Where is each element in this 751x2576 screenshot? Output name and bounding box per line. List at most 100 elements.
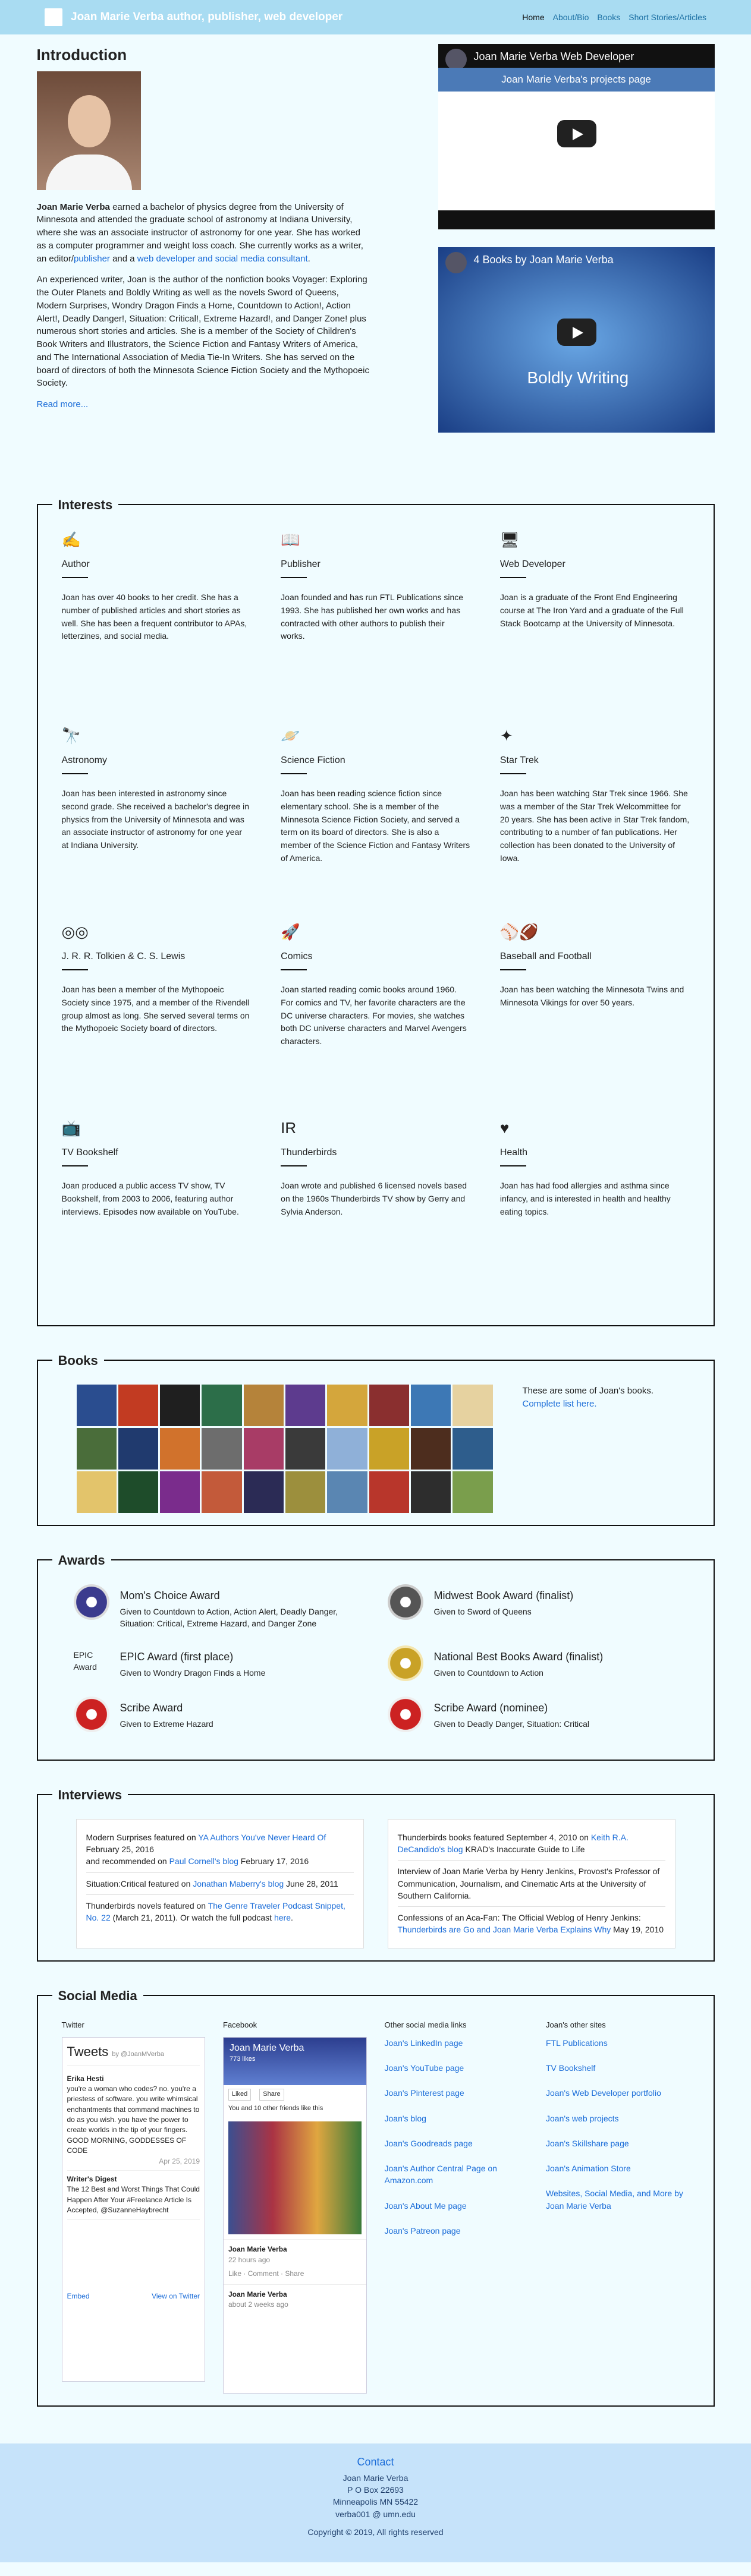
book-cover[interactable] bbox=[76, 1385, 117, 1426]
book-cover[interactable] bbox=[327, 1428, 367, 1470]
book-cover[interactable] bbox=[369, 1428, 409, 1470]
interest-text: Joan started reading comic books around … bbox=[281, 985, 467, 1046]
interest-card: ♥ Health Joan has had food allergies and… bbox=[499, 1117, 690, 1313]
interview-link[interactable]: YA Authors You've Never Heard Of bbox=[198, 1833, 326, 1842]
interest-card: 🪐 Science Fiction Joan has been reading … bbox=[281, 725, 470, 921]
publisher-link[interactable]: publisher bbox=[74, 254, 110, 264]
book-cover[interactable] bbox=[243, 1385, 284, 1426]
book-cover[interactable] bbox=[118, 1471, 159, 1513]
interest-title: Astronomy bbox=[61, 753, 252, 775]
site-logo[interactable] bbox=[45, 8, 62, 26]
play-icon[interactable] bbox=[557, 120, 596, 147]
social-link[interactable]: Joan's Author Central Page on Amazon.com bbox=[385, 2162, 529, 2187]
social-link[interactable]: Joan's LinkedIn page bbox=[385, 2037, 529, 2049]
book-cover[interactable] bbox=[453, 1428, 493, 1470]
book-cover[interactable] bbox=[410, 1428, 451, 1470]
tweets-by[interactable]: by @JoanMVerba bbox=[112, 2051, 164, 2058]
award-item: Midwest Book Award (finalist) Given to S… bbox=[387, 1584, 678, 1630]
read-more-link[interactable]: Read more... bbox=[37, 399, 89, 409]
book-cover[interactable] bbox=[160, 1385, 200, 1426]
fb-liked-button[interactable]: Liked bbox=[228, 2088, 252, 2101]
book-cover[interactable] bbox=[243, 1428, 284, 1470]
book-covers[interactable] bbox=[76, 1385, 493, 1513]
tweet[interactable]: Erika Hesti you're a woman who codes? no.… bbox=[67, 2070, 200, 2171]
book-cover[interactable] bbox=[453, 1471, 493, 1513]
social-link[interactable]: FTL Publications bbox=[546, 2037, 690, 2049]
video-title[interactable]: 4 Books by Joan Marie Verba bbox=[438, 247, 715, 271]
interest-text: Joan has been reading science fiction si… bbox=[281, 789, 470, 863]
facebook-widget[interactable]: Joan Marie Verba 773 likes Liked Share You… bbox=[223, 2036, 367, 2394]
books-text: These are some of Joan's books. bbox=[522, 1386, 653, 1396]
video-embed-web-developer[interactable]: Joan Marie Verba Web Developer Joan Mari… bbox=[438, 44, 715, 229]
book-cover[interactable] bbox=[160, 1428, 200, 1470]
play-icon[interactable] bbox=[557, 319, 596, 346]
book-cover[interactable] bbox=[76, 1471, 117, 1513]
nav-stories[interactable]: Short Stories/Articles bbox=[629, 11, 706, 23]
twitter-label: Twitter bbox=[61, 2020, 84, 2029]
award-given: Given to Countdown to Action bbox=[433, 1667, 543, 1678]
interview-link[interactable]: here bbox=[274, 1913, 291, 1922]
interest-icon: IR bbox=[281, 1119, 297, 1137]
nav-home[interactable]: Home bbox=[522, 11, 544, 23]
interview-link[interactable]: Jonathan Maberry's blog bbox=[193, 1879, 284, 1888]
books-section: Books These are some of Joan's books. Co… bbox=[36, 1351, 715, 1526]
fb-share-button[interactable]: Share bbox=[259, 2088, 284, 2101]
social-link[interactable]: Websites, Social Media, and More by Joan… bbox=[546, 2187, 690, 2212]
nav-about[interactable]: About/Bio bbox=[553, 11, 589, 23]
view-on-twitter-link[interactable]: View on Twitter bbox=[152, 2291, 200, 2301]
book-cover[interactable] bbox=[327, 1385, 367, 1426]
interest-text: Joan wrote and published 6 licensed nove… bbox=[281, 1181, 467, 1216]
fb-photos[interactable] bbox=[228, 2121, 362, 2235]
embed-link[interactable]: Embed bbox=[67, 2291, 90, 2301]
book-cover[interactable] bbox=[202, 1385, 242, 1426]
social-link[interactable]: Joan's web projects bbox=[546, 2112, 690, 2124]
social-link[interactable]: Joan's blog bbox=[385, 2112, 529, 2124]
social-link[interactable]: Joan's YouTube page bbox=[385, 2062, 529, 2074]
fb-friends: You and 10 other friends like this bbox=[228, 2104, 323, 2112]
interview-link[interactable]: Paul Cornell's blog bbox=[169, 1856, 238, 1866]
interest-icon: 📺 bbox=[61, 1119, 81, 1137]
social-link[interactable]: Joan's Pinterest page bbox=[385, 2087, 529, 2099]
book-cover[interactable] bbox=[410, 1385, 451, 1426]
social-link[interactable]: Joan's Patreon page bbox=[385, 2225, 529, 2237]
contact-email[interactable]: verba001 @ umn.edu bbox=[0, 2508, 751, 2520]
interest-title: J. R. R. Tolkien & C. S. Lewis bbox=[61, 950, 252, 971]
book-cover[interactable] bbox=[202, 1428, 242, 1470]
web-dev-link[interactable]: web developer and social media consultan… bbox=[137, 254, 308, 264]
interest-icon: 🚀 bbox=[281, 923, 300, 941]
video-overlay-text: Boldly Writing bbox=[527, 368, 629, 387]
twitter-widget[interactable]: Tweets by @JoanMVerba Erika Hesti you're … bbox=[61, 2036, 205, 2382]
book-cover[interactable] bbox=[160, 1471, 200, 1513]
book-cover[interactable] bbox=[243, 1471, 284, 1513]
book-cover[interactable] bbox=[118, 1428, 159, 1470]
books-list-link[interactable]: Complete list here. bbox=[523, 1399, 597, 1409]
book-cover[interactable] bbox=[118, 1385, 159, 1426]
social-link[interactable]: TV Bookshelf bbox=[546, 2062, 690, 2074]
fb-post[interactable]: Joan Marie Verba about 2 weeks ago bbox=[224, 2284, 366, 2315]
book-cover[interactable] bbox=[285, 1471, 326, 1513]
book-cover[interactable] bbox=[285, 1428, 326, 1470]
social-link[interactable]: Joan's About Me page bbox=[385, 2200, 529, 2212]
book-cover[interactable] bbox=[285, 1385, 326, 1426]
book-cover[interactable] bbox=[76, 1428, 117, 1470]
interview-link[interactable]: Thunderbirds are Go and Joan Marie Verba… bbox=[398, 1925, 611, 1934]
brand[interactable]: Joan Marie Verba author, publisher, web … bbox=[71, 9, 342, 26]
tweet[interactable]: Writer's Digest The 12 Best and Worst Thi… bbox=[67, 2171, 200, 2220]
book-cover[interactable] bbox=[369, 1471, 409, 1513]
fb-page-name[interactable]: Joan Marie Verba bbox=[230, 2041, 360, 2055]
nav-books[interactable]: Books bbox=[597, 11, 620, 23]
book-cover[interactable] bbox=[327, 1471, 367, 1513]
book-cover[interactable] bbox=[202, 1471, 242, 1513]
video-title[interactable]: Joan Marie Verba Web Developer bbox=[438, 44, 715, 68]
book-cover[interactable] bbox=[453, 1385, 493, 1426]
book-cover[interactable] bbox=[369, 1385, 409, 1426]
interest-text: Joan has been interested in astronomy si… bbox=[61, 789, 250, 850]
fb-post[interactable]: Joan Marie Verba 22 hours ago Like · Comme… bbox=[224, 2239, 366, 2284]
social-link[interactable]: Joan's Animation Store bbox=[546, 2162, 690, 2174]
book-cover[interactable] bbox=[410, 1471, 451, 1513]
social-link[interactable]: Joan's Web Developer portfolio bbox=[546, 2087, 690, 2099]
video-embed-books[interactable]: 4 Books by Joan Marie Verba Boldly Writi… bbox=[438, 247, 715, 433]
social-link[interactable]: Joan's Skillshare page bbox=[546, 2137, 690, 2149]
award-item: National Best Books Award (finalist) Giv… bbox=[387, 1645, 678, 1681]
social-link[interactable]: Joan's Goodreads page bbox=[385, 2137, 529, 2149]
